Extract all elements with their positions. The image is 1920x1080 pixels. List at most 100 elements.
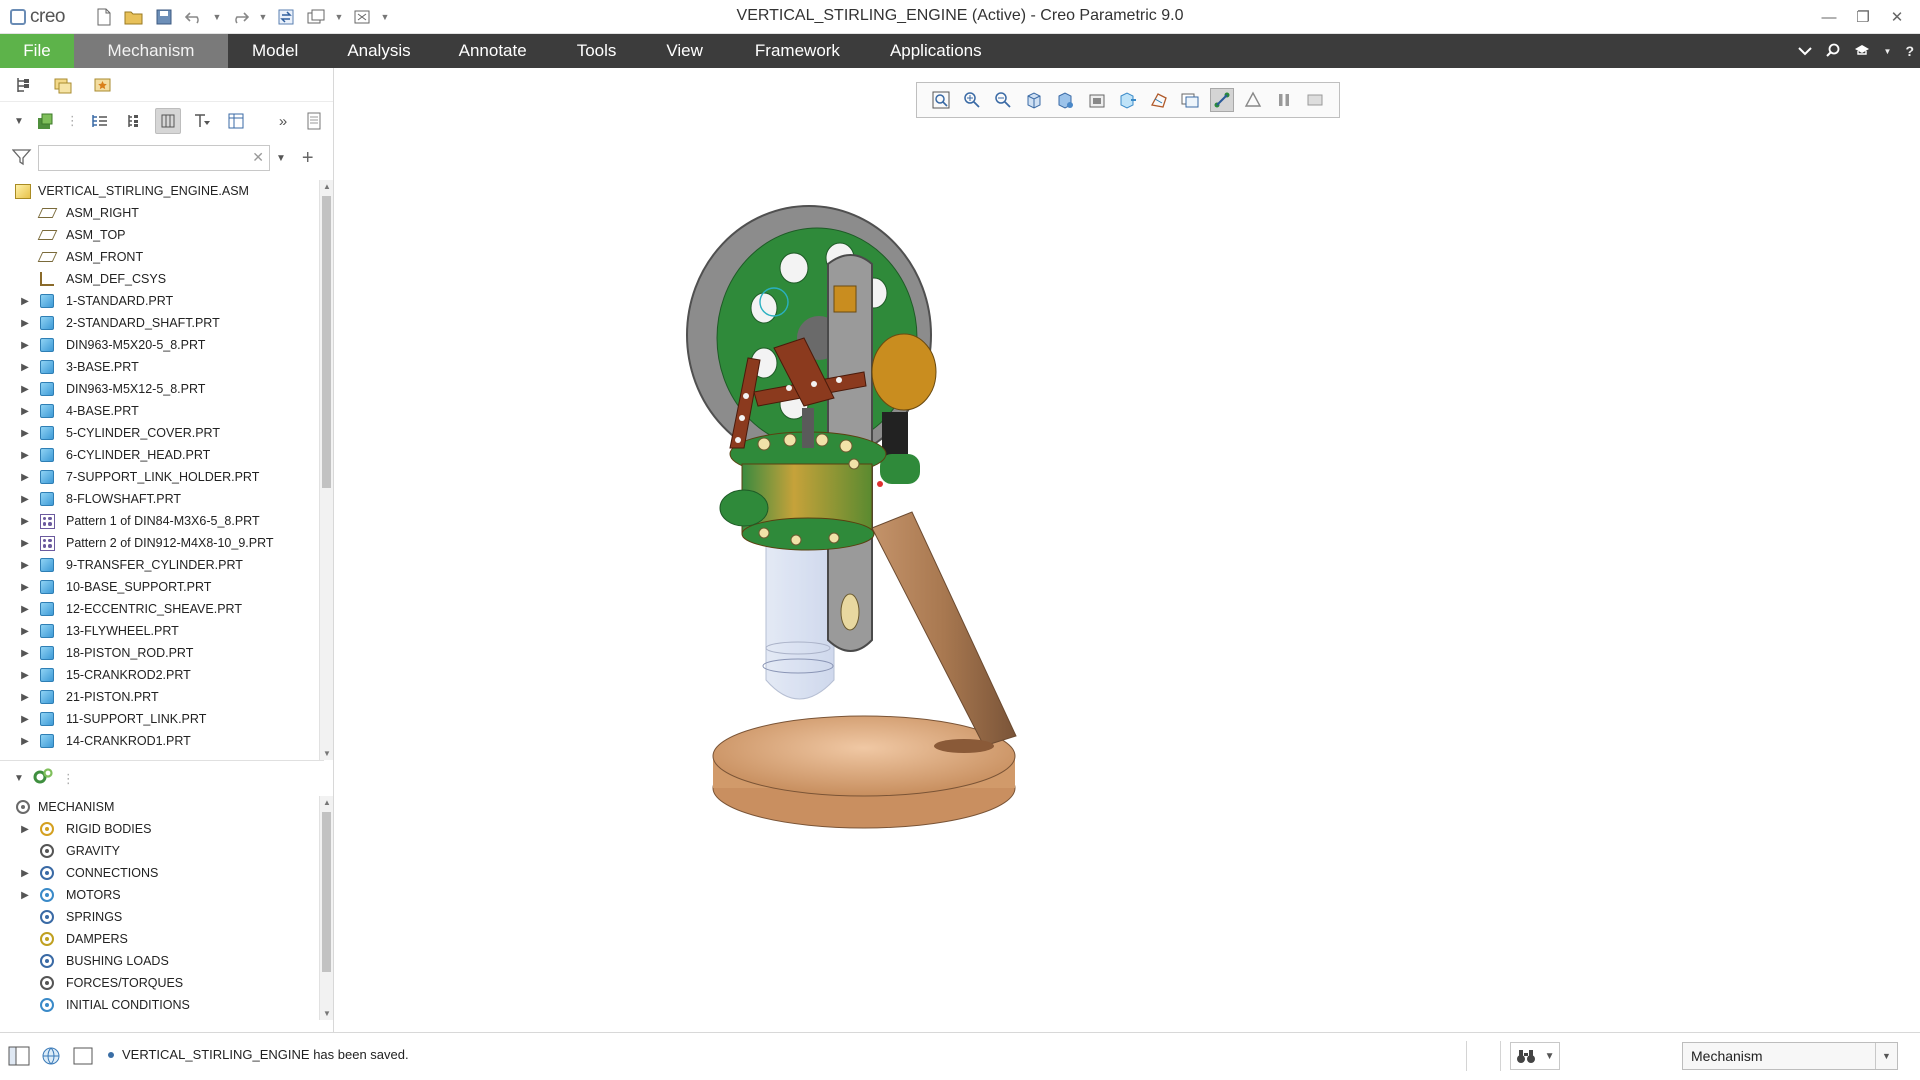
tree-item[interactable]: ▶ 1-STANDARD.PRT [0, 290, 324, 312]
expand-arrow-icon[interactable]: ▶ [18, 670, 32, 681]
scroll-up-icon[interactable]: ▲ [320, 798, 334, 807]
expand-arrow-icon[interactable]: ▶ [18, 736, 32, 747]
restore-button[interactable]: ❐ [1846, 0, 1880, 34]
tree-item[interactable]: ▶ 13-FLYWHEEL.PRT [0, 620, 324, 642]
search-dropdown-icon[interactable]: ▼ [276, 153, 286, 164]
tree-item[interactable]: ▶ 4-BASE.PRT [0, 400, 324, 422]
search-input[interactable] [38, 145, 270, 171]
expand-arrow-icon[interactable]: ▶ [18, 516, 32, 527]
more-tools-icon[interactable]: » [279, 113, 287, 130]
tree-item[interactable]: ▶ DIN963-M5X12-5_8.PRT [0, 378, 324, 400]
toggle-navigator-icon[interactable] [8, 1045, 30, 1070]
customize-qat-icon[interactable]: ▼ [380, 5, 390, 29]
scrollbar-thumb[interactable] [322, 812, 331, 972]
expand-arrow-icon[interactable]: ▶ [18, 824, 32, 835]
stop-icon[interactable] [1303, 88, 1327, 112]
view-manager-icon[interactable] [1116, 88, 1140, 112]
tree-item[interactable]: ▶ 11-SUPPORT_LINK.PRT [0, 708, 324, 730]
open-folder-icon[interactable] [122, 5, 146, 29]
tree-root-item[interactable]: MECHANISM [0, 796, 324, 818]
help-icon[interactable]: ? [1905, 43, 1914, 59]
stirling-engine-model[interactable] [334, 68, 1920, 1032]
perspective-view-icon[interactable] [1147, 88, 1171, 112]
expand-arrow-icon[interactable]: ▶ [18, 318, 32, 329]
clear-search-icon[interactable]: ✕ [252, 149, 264, 166]
tree-item[interactable]: ▶ 15-CRANKROD2.PRT [0, 664, 324, 686]
model-tree-tab-icon[interactable] [10, 72, 36, 98]
model-tree-scrollbar[interactable]: ▲ ▼ [319, 180, 333, 760]
mech-collapse-icon[interactable]: ▼ [14, 773, 24, 784]
scroll-up-icon[interactable]: ▲ [320, 182, 334, 191]
graphics-window[interactable] [334, 68, 1920, 1032]
learning-dropdown-icon[interactable]: ▼ [1884, 47, 1892, 56]
display-style-icon[interactable] [1085, 88, 1109, 112]
expand-arrow-icon[interactable]: ▶ [18, 340, 32, 351]
tree-columns-config-icon[interactable] [223, 108, 249, 134]
datum-display-filters-icon[interactable] [1178, 88, 1202, 112]
tree-item[interactable]: ASM_DEF_CSYS [0, 268, 324, 290]
chevron-down-icon[interactable]: ▼ [1875, 1043, 1897, 1069]
undo-dropdown-icon[interactable]: ▼ [212, 5, 222, 29]
add-filter-icon[interactable]: + [302, 147, 314, 170]
folder-browser-tab-icon[interactable] [50, 72, 76, 98]
tree-item[interactable]: ▶ MOTORS [0, 884, 324, 906]
tree-item[interactable]: ▶ DIN963-M5X20-5_8.PRT [0, 334, 324, 356]
expand-arrow-icon[interactable]: ▶ [18, 362, 32, 373]
mechanism-gears-icon[interactable] [32, 767, 54, 790]
expand-arrow-icon[interactable]: ▶ [18, 604, 32, 615]
expand-arrow-icon[interactable]: ▶ [18, 472, 32, 483]
expand-arrow-icon[interactable]: ▶ [18, 560, 32, 571]
tree-item[interactable]: ▶ 7-SUPPORT_LINK_HOLDER.PRT [0, 466, 324, 488]
tree-item[interactable]: FORCES/TORQUES [0, 972, 324, 994]
tab-model[interactable]: Model [228, 34, 327, 68]
minimize-button[interactable]: — [1812, 0, 1846, 34]
tree-filters-icon[interactable] [121, 108, 147, 134]
expand-arrow-icon[interactable]: ▶ [18, 648, 32, 659]
expand-arrow-icon[interactable]: ▶ [18, 494, 32, 505]
expand-arrow-icon[interactable]: ▶ [18, 384, 32, 395]
collapse-ribbon-icon[interactable] [1797, 44, 1812, 59]
toggle-browser-icon[interactable] [40, 1045, 62, 1070]
spin-center-icon[interactable] [1241, 88, 1265, 112]
expand-arrow-icon[interactable]: ▶ [18, 890, 32, 901]
tree-root-item[interactable]: VERTICAL_STIRLING_ENGINE.ASM [0, 180, 324, 202]
learning-connector-icon[interactable] [1854, 44, 1870, 59]
favorites-tab-icon[interactable] [90, 72, 116, 98]
expand-arrow-icon[interactable]: ▶ [18, 692, 32, 703]
tree-item[interactable]: GRAVITY [0, 840, 324, 862]
tree-item[interactable]: ▶ 3-BASE.PRT [0, 356, 324, 378]
tree-item[interactable]: ▶ 2-STANDARD_SHAFT.PRT [0, 312, 324, 334]
full-screen-icon[interactable] [72, 1045, 94, 1070]
expand-arrow-icon[interactable]: ▶ [18, 296, 32, 307]
expand-arrow-icon[interactable]: ▶ [18, 626, 32, 637]
new-file-icon[interactable] [92, 5, 116, 29]
mechanism-tree-scrollbar[interactable]: ▲ ▼ [319, 796, 333, 1020]
find-dropdown-icon[interactable]: ▼ [1545, 1051, 1555, 1062]
tab-framework[interactable]: Framework [733, 34, 868, 68]
regenerate-icon[interactable] [274, 5, 298, 29]
close-window-icon[interactable] [350, 5, 374, 29]
pause-icon[interactable] [1272, 88, 1296, 112]
zoom-out-icon[interactable] [991, 88, 1015, 112]
tab-mechanism[interactable]: Mechanism [74, 34, 228, 68]
tree-item[interactable]: SPRINGS [0, 906, 324, 928]
scrollbar-thumb[interactable] [322, 196, 331, 488]
repaint-icon[interactable] [1022, 88, 1046, 112]
scroll-down-icon[interactable]: ▼ [320, 749, 334, 758]
windows-dropdown-icon[interactable]: ▼ [334, 5, 344, 29]
tab-applications[interactable]: Applications [868, 34, 1002, 68]
scroll-down-icon[interactable]: ▼ [320, 1009, 334, 1018]
show-connections-icon[interactable] [1209, 88, 1234, 112]
expand-arrow-icon[interactable]: ▶ [18, 582, 32, 593]
tree-item[interactable]: ▶ Pattern 1 of DIN84-M3X6-5_8.PRT [0, 510, 324, 532]
undo-icon[interactable] [182, 5, 206, 29]
tree-item[interactable]: ASM_RIGHT [0, 202, 324, 224]
tab-annotate[interactable]: Annotate [439, 34, 555, 68]
save-icon[interactable] [152, 5, 176, 29]
tree-item[interactable]: ▶ 5-CYLINDER_COVER.PRT [0, 422, 324, 444]
close-button[interactable]: ✕ [1880, 0, 1914, 34]
expand-arrow-icon[interactable]: ▶ [18, 538, 32, 549]
tree-item[interactable]: ▶ 10-BASE_SUPPORT.PRT [0, 576, 324, 598]
saved-orientations-icon[interactable] [1053, 88, 1077, 112]
redo-icon[interactable] [228, 5, 252, 29]
